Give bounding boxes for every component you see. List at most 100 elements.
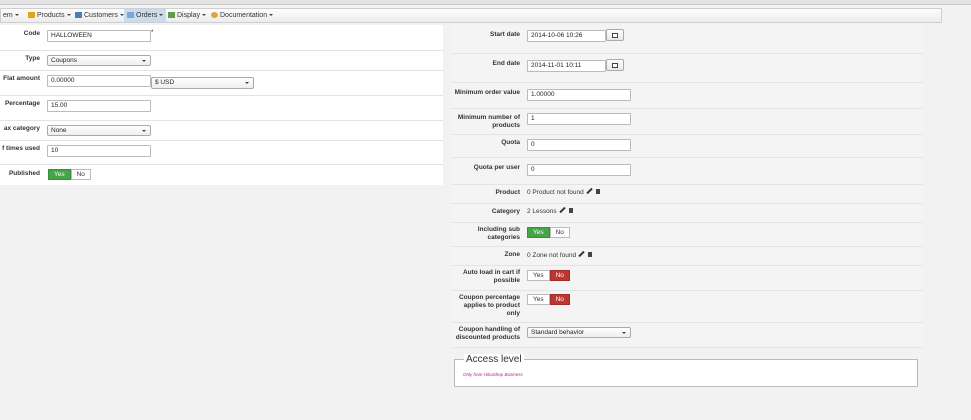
quota-input[interactable]: 0 bbox=[527, 139, 631, 151]
quota-user-input[interactable]: 0 bbox=[527, 164, 631, 176]
access-level-fieldset: Access level Only from HikaShop Business bbox=[454, 354, 918, 387]
row-product: Product 0 Product not found bbox=[452, 185, 923, 204]
chevron-down-icon bbox=[142, 60, 146, 62]
menu-documentation[interactable]: Documentation bbox=[211, 9, 274, 22]
row-times-used: f times used 10 bbox=[0, 141, 443, 165]
chevron-down-icon bbox=[159, 14, 164, 16]
row-coupon-pct: Coupon percentage applies to product onl… bbox=[452, 291, 923, 323]
start-date-input[interactable]: 2014-10-06 10:26 bbox=[527, 30, 606, 42]
coupon-pct-yes-button[interactable]: Yes bbox=[527, 294, 550, 305]
type-label: Type bbox=[25, 55, 40, 62]
published-yes-button[interactable]: Yes bbox=[48, 169, 71, 180]
access-level-note: Only from HikaShop Business bbox=[463, 372, 523, 377]
min-order-label: Minimum order value bbox=[454, 89, 520, 96]
documentation-icon bbox=[211, 12, 218, 18]
chevron-down-icon bbox=[14, 14, 19, 16]
row-end-date: End date 2014-11-01 10:11 bbox=[452, 54, 923, 83]
coupon-pct-toggle: Yes No bbox=[527, 294, 570, 305]
products-icon bbox=[28, 12, 35, 18]
display-icon bbox=[168, 12, 175, 18]
end-date-calendar-button[interactable] bbox=[606, 59, 624, 71]
calendar-icon bbox=[612, 33, 618, 38]
chevron-down-icon bbox=[142, 130, 146, 132]
auto-load-label: Auto load in cart if possible bbox=[462, 269, 520, 284]
chevron-down-icon bbox=[201, 14, 206, 16]
menu-orders[interactable]: Orders bbox=[124, 9, 167, 22]
end-date-label: End date bbox=[492, 60, 520, 67]
auto-load-no-button[interactable]: No bbox=[549, 270, 570, 281]
category-value-text: 2 Lessons bbox=[527, 208, 557, 215]
min-products-input[interactable]: 1 bbox=[527, 113, 631, 125]
row-type: Type Coupons bbox=[0, 51, 443, 71]
menu-customers[interactable]: Customers bbox=[75, 9, 124, 22]
currency-select-value: $ USD bbox=[155, 79, 175, 86]
quota-user-label: Quota per user bbox=[473, 164, 520, 171]
coupon-pct-label: Coupon percentage applies to product onl… bbox=[458, 294, 520, 317]
end-date-input[interactable]: 2014-11-01 10:11 bbox=[527, 60, 606, 72]
including-sub-toggle: Yes No bbox=[527, 227, 570, 238]
access-level-legend: Access level bbox=[464, 354, 524, 365]
edit-icon[interactable] bbox=[586, 187, 593, 195]
product-value-text: 0 Product not found bbox=[527, 189, 584, 196]
category-value: 2 Lessons bbox=[527, 206, 573, 216]
admin-menu-bar: em Products Customers Orders Display Doc… bbox=[0, 8, 942, 23]
coupon-pct-no-button[interactable]: No bbox=[549, 294, 570, 305]
row-percentage: Percentage 15.00 bbox=[0, 96, 443, 121]
menu-system[interactable]: em bbox=[3, 9, 19, 22]
row-start-date: Start date 2014-10-06 10:26 bbox=[452, 25, 923, 54]
published-no-button[interactable]: No bbox=[70, 169, 91, 180]
code-input[interactable]: HALLOWEEN bbox=[47, 30, 151, 42]
chevron-down-icon bbox=[269, 14, 274, 16]
chevron-down-icon bbox=[245, 82, 249, 84]
tax-category-select[interactable]: None bbox=[47, 125, 151, 136]
row-including-sub: Including sub categories Yes No bbox=[452, 223, 923, 247]
percentage-input[interactable]: 15.00 bbox=[47, 100, 151, 112]
coupon-handling-label: Coupon handling of discounted products bbox=[455, 326, 520, 341]
auto-load-yes-button[interactable]: Yes bbox=[527, 270, 550, 281]
type-select-value: Coupons bbox=[51, 57, 78, 64]
edit-icon[interactable] bbox=[578, 250, 585, 258]
including-sub-no-button[interactable]: No bbox=[549, 227, 570, 238]
currency-select[interactable]: $ USD bbox=[151, 77, 254, 89]
row-min-order: Minimum order value 1.00000 bbox=[452, 83, 923, 109]
times-used-label: f times used bbox=[2, 145, 40, 152]
row-flat-amount: Flat amount 0.00000 $ USD bbox=[0, 71, 443, 96]
category-label: Category bbox=[491, 208, 520, 215]
row-category: Category 2 Lessons bbox=[452, 204, 923, 223]
customers-icon bbox=[75, 12, 82, 18]
row-code: Code HALLOWEEN * bbox=[0, 25, 443, 51]
row-quota-user: Quota per user 0 bbox=[452, 158, 923, 185]
coupon-handling-select[interactable]: Standard behavior bbox=[527, 327, 631, 338]
edit-icon[interactable] bbox=[558, 206, 566, 214]
percentage-label: Percentage bbox=[4, 100, 40, 107]
type-select[interactable]: Coupons bbox=[47, 55, 151, 66]
trash-icon[interactable] bbox=[588, 252, 593, 257]
zone-label: Zone bbox=[504, 251, 520, 258]
menu-display[interactable]: Display bbox=[168, 9, 206, 22]
chevron-down-icon bbox=[66, 14, 71, 16]
row-quota: Quota 0 bbox=[452, 135, 923, 158]
auto-load-toggle: Yes No bbox=[527, 270, 570, 281]
required-mark: * bbox=[151, 29, 154, 36]
quota-label: Quota bbox=[501, 139, 520, 146]
zone-value: 0 Zone not found bbox=[527, 250, 593, 260]
start-date-calendar-button[interactable] bbox=[606, 29, 624, 41]
trash-icon[interactable] bbox=[568, 208, 573, 213]
start-date-label: Start date bbox=[490, 31, 520, 38]
flat-amount-label: Flat amount bbox=[3, 75, 40, 82]
times-used-input[interactable]: 10 bbox=[47, 145, 151, 157]
menu-system-label: em bbox=[3, 12, 13, 19]
menu-documentation-label: Documentation bbox=[220, 12, 268, 19]
flat-amount-input[interactable]: 0.00000 bbox=[47, 75, 151, 87]
trash-icon[interactable] bbox=[595, 189, 600, 194]
tax-category-value: None bbox=[51, 127, 67, 134]
window-top-strip bbox=[0, 0, 971, 5]
zone-value-text: 0 Zone not found bbox=[527, 252, 577, 259]
min-products-label: Minimum number of products bbox=[457, 114, 520, 129]
including-sub-yes-button[interactable]: Yes bbox=[527, 227, 550, 238]
menu-products-label: Products bbox=[37, 12, 65, 19]
menu-products[interactable]: Products bbox=[28, 9, 71, 22]
product-label: Product bbox=[495, 189, 520, 196]
published-label: Published bbox=[8, 170, 40, 177]
min-order-input[interactable]: 1.00000 bbox=[527, 89, 631, 101]
